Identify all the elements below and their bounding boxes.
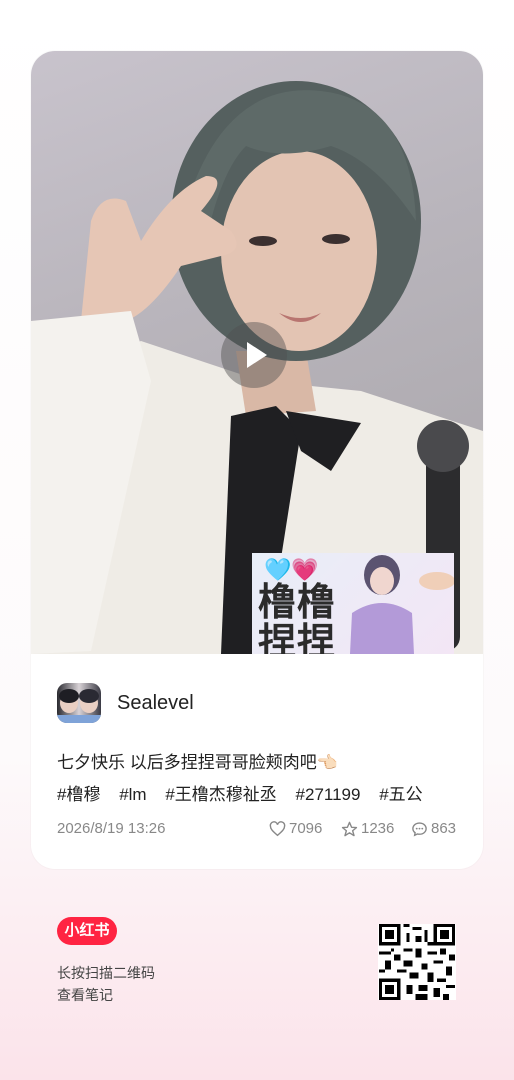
tag-link[interactable]: #橹穆 [57,785,100,804]
heart-icon [269,820,286,836]
like-count: 7096 [289,820,323,837]
video-cover[interactable]: 🩵💗 橹橹 捏捏 [31,51,483,654]
avatar[interactable] [57,683,101,723]
favorite-stat[interactable]: 1236 [341,820,394,837]
footer-scan-text: 长按扫描二维码 [57,965,155,981]
qr-code-image [379,924,455,1000]
comment-count: 863 [431,820,457,837]
heart-emoji: 🩵💗 [264,557,319,582]
post-date: 2026/8/19 13:26 [57,820,166,837]
qr-code[interactable] [378,924,456,1000]
play-button[interactable] [221,322,287,388]
post-meta: 2026/8/19 13:26 7096 1236 863 [57,820,457,842]
sticker-figure [350,555,454,654]
footer-view-text: 查看笔记 [57,987,113,1003]
tag-list: #橹穆 #lm #王橹杰穆祉丞 #271199 #五公 [57,780,437,805]
tag-link[interactable]: #五公 [379,785,422,804]
play-icon [247,342,267,368]
tag-link[interactable]: #王橹杰穆祉丞 [165,785,276,804]
note-card: 🩵💗 橹橹 捏捏 Sealevel 七夕快乐 以后多捏捏哥哥脸颊肉吧👈🏻 #橹穆… [31,51,483,869]
comment-icon [412,821,427,836]
tag-link[interactable]: #lm [119,785,146,804]
star-icon [341,821,358,836]
sticker-line-2: 捏捏 [258,622,337,654]
favorite-count: 1236 [361,820,395,837]
tag-link[interactable]: #271199 [296,785,361,804]
comment-stat[interactable]: 863 [411,820,456,837]
sticker-line-1: 橹橹 [258,582,337,624]
avatar-image [57,689,101,723]
sticker-image: 🩵💗 橹橹 捏捏 [252,553,454,654]
brand-logo: 小红书 [57,917,117,945]
post-caption: 七夕快乐 以后多捏捏哥哥脸颊肉吧👈🏻 [57,753,338,772]
like-stat[interactable]: 7096 [269,820,322,837]
author-name[interactable]: Sealevel [117,692,194,715]
